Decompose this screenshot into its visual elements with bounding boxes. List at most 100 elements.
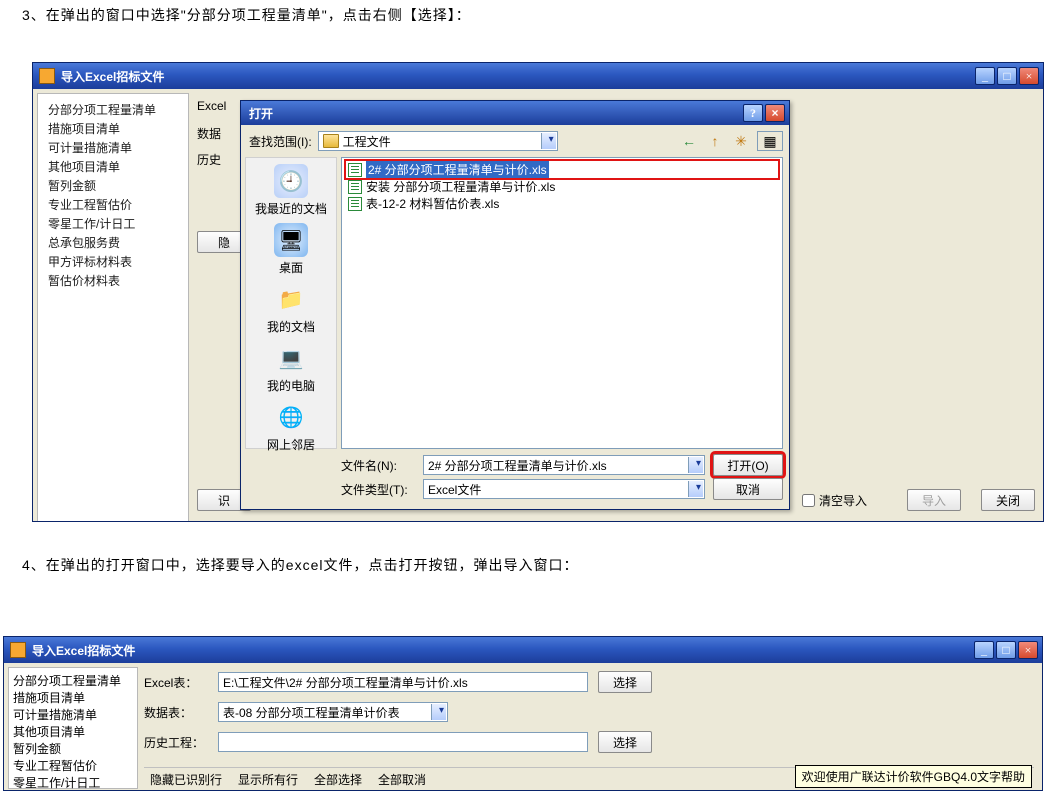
look-in-combo[interactable]: 工程文件	[318, 131, 558, 151]
excel-file-icon	[348, 197, 362, 211]
sidebar-item[interactable]: 零星工作/计日工	[42, 214, 184, 233]
sidebar-item[interactable]: 零星工作/计日工	[13, 774, 133, 791]
close-button[interactable]: ×	[1018, 641, 1038, 659]
places-bar: 🕘 我最近的文档 🖥 桌面 📁 我的文档 💻 我的电脑 🌐 网上邻居	[245, 157, 337, 449]
excel-file-icon	[348, 163, 362, 177]
sidebar-item[interactable]: 措施项目清单	[42, 119, 184, 138]
instruction-3: 3、在弹出的窗口中选择"分部分项工程量清单"，点击右侧【选择】：	[22, 4, 471, 26]
hide-identified-rows[interactable]: 隐藏已识别行	[150, 771, 222, 788]
sheet-label: 数据表：	[144, 704, 208, 721]
excel-path-value: E:\工程文件\2# 分部分项工程量清单与计价.xls	[223, 674, 468, 691]
open-dialog-bottom: 文件名(N): 2# 分部分项工程量清单与计价.xls 打开(O) 文件类型(T…	[341, 453, 783, 503]
places-mydocuments-label: 我的文档	[267, 318, 315, 335]
filetype-combo[interactable]: Excel文件	[423, 479, 705, 499]
views-icon[interactable]: ▦	[757, 131, 783, 151]
file-name: 安装 分部分项工程量清单与计价.xls	[366, 178, 555, 195]
places-recent-label: 我最近的文档	[255, 200, 327, 217]
file-row[interactable]: 表-12-2 材料暂估价表.xls	[346, 195, 778, 212]
sidebar-item[interactable]: 分部分项工程量清单	[13, 672, 133, 689]
sidebar-item[interactable]: 其他项目清单	[13, 723, 133, 740]
tooltip: 欢迎使用广联达计价软件GBQ4.0文字帮助	[795, 765, 1032, 788]
select-file-button[interactable]: 选择	[598, 671, 652, 693]
help-button[interactable]: ?	[743, 104, 763, 122]
sidebar-item[interactable]: 专业工程暂估价	[42, 195, 184, 214]
places-desktop-label: 桌面	[279, 259, 303, 276]
history-input[interactable]	[218, 732, 588, 752]
places-mycomputer[interactable]: 💻 我的电脑	[267, 341, 315, 394]
excel-path-input[interactable]: E:\工程文件\2# 分部分项工程量清单与计价.xls	[218, 672, 588, 692]
sidebar-item[interactable]: 可计量措施清单	[13, 706, 133, 723]
my-documents-icon: 📁	[274, 282, 308, 316]
clear-import-checkbox[interactable]: 清空导入	[802, 492, 867, 509]
filetype-value: Excel文件	[428, 481, 481, 498]
show-all-rows[interactable]: 显示所有行	[238, 771, 298, 788]
window-title: 导入Excel招标文件	[32, 642, 974, 659]
back-icon[interactable]: ←	[679, 131, 699, 151]
look-in-label: 查找范围(I):	[249, 133, 312, 150]
file-row[interactable]: 安装 分部分项工程量清单与计价.xls	[346, 178, 778, 195]
filetype-label: 文件类型(T):	[341, 481, 415, 498]
excel-label: Excel	[197, 93, 226, 119]
sheet-combo[interactable]: 表-08 分部分项工程量清单计价表	[218, 702, 448, 722]
sidebar-item[interactable]: 总承包服务费	[42, 233, 184, 252]
clear-import-checkbox-label: 清空导入	[819, 492, 867, 509]
network-neighborhood-icon: 🌐	[274, 400, 308, 434]
excel-file-icon	[348, 180, 362, 194]
places-mycomputer-label: 我的电脑	[267, 377, 315, 394]
import-button[interactable]: 导入	[907, 489, 961, 511]
file-list[interactable]: 2# 分部分项工程量清单与计价.xls 安装 分部分项工程量清单与计价.xls …	[341, 157, 783, 449]
places-recent[interactable]: 🕘 我最近的文档	[255, 164, 327, 217]
titlebar: 导入Excel招标文件 _ □ ×	[4, 637, 1042, 663]
app-icon	[10, 642, 26, 658]
up-one-level-icon[interactable]: ↑	[705, 131, 725, 151]
new-folder-icon[interactable]: ✳	[731, 131, 751, 151]
sidebar-item[interactable]: 暂列金额	[42, 176, 184, 195]
close-button[interactable]: ×	[765, 104, 785, 122]
minimize-button[interactable]: _	[974, 641, 994, 659]
instruction-4: 4、在弹出的打开窗口中，选择要导入的excel文件，点击打开按钮，弹出导入窗口：	[22, 554, 578, 576]
sidebar-item[interactable]: 暂估价材料表	[42, 271, 184, 290]
file-open-dialog: 打开 ? × 查找范围(I): 工程文件 ← ↑ ✳ ▦ 🕘 我最近的文档 🖥 …	[240, 100, 790, 510]
open-dialog-title: 打开	[249, 105, 743, 122]
minimize-button[interactable]: _	[975, 67, 995, 85]
places-desktop[interactable]: 🖥 桌面	[274, 223, 308, 276]
places-network[interactable]: 🌐 网上邻居	[267, 400, 315, 453]
open-dialog-toolbar: 查找范围(I): 工程文件 ← ↑ ✳ ▦	[241, 125, 789, 153]
sidebar-item[interactable]: 分部分项工程量清单	[42, 100, 184, 119]
file-row[interactable]: 2# 分部分项工程量清单与计价.xls	[346, 161, 778, 178]
sidebar-item[interactable]: 专业工程暂估价	[13, 757, 133, 774]
sidebar-item[interactable]: 暂列金额	[13, 740, 133, 757]
clear-import-checkbox-input[interactable]	[802, 494, 815, 507]
select-all[interactable]: 全部选择	[314, 771, 362, 788]
filename-label: 文件名(N):	[341, 457, 415, 474]
sidebar-item[interactable]: 措施项目清单	[13, 689, 133, 706]
titlebar: 导入Excel招标文件 _ □ ×	[33, 63, 1043, 89]
form-area: Excel表： E:\工程文件\2# 分部分项工程量清单与计价.xls 选择 数…	[144, 667, 1034, 757]
app-icon	[39, 68, 55, 84]
open-button[interactable]: 打开(O)	[713, 454, 783, 476]
filename-value: 2# 分部分项工程量清单与计价.xls	[428, 457, 607, 474]
close-button[interactable]: ×	[1019, 67, 1039, 85]
sheet-value: 表-08 分部分项工程量清单计价表	[223, 704, 400, 721]
category-sidebar: 分部分项工程量清单 措施项目清单 可计量措施清单 其他项目清单 暂列金额 专业工…	[8, 667, 138, 789]
history-label: 历史工程：	[144, 734, 208, 751]
desktop-icon: 🖥	[274, 223, 308, 257]
excel-label: Excel表：	[144, 674, 208, 691]
select-history-button[interactable]: 选择	[598, 731, 652, 753]
maximize-button[interactable]: □	[996, 641, 1016, 659]
sidebar-item[interactable]: 可计量措施清单	[42, 138, 184, 157]
open-dialog-titlebar: 打开 ? ×	[241, 101, 789, 125]
cancel-all[interactable]: 全部取消	[378, 771, 426, 788]
maximize-button[interactable]: □	[997, 67, 1017, 85]
cancel-button[interactable]: 取消	[713, 478, 783, 500]
look-in-value: 工程文件	[343, 133, 391, 150]
file-name: 表-12-2 材料暂估价表.xls	[366, 195, 499, 212]
filename-input[interactable]: 2# 分部分项工程量清单与计价.xls	[423, 455, 705, 475]
my-computer-icon: 💻	[274, 341, 308, 375]
close-dialog-button[interactable]: 关闭	[981, 489, 1035, 511]
file-name: 2# 分部分项工程量清单与计价.xls	[366, 161, 549, 178]
places-mydocuments[interactable]: 📁 我的文档	[267, 282, 315, 335]
sidebar-item[interactable]: 其他项目清单	[42, 157, 184, 176]
sidebar-item[interactable]: 甲方评标材料表	[42, 252, 184, 271]
window-title: 导入Excel招标文件	[61, 68, 975, 85]
